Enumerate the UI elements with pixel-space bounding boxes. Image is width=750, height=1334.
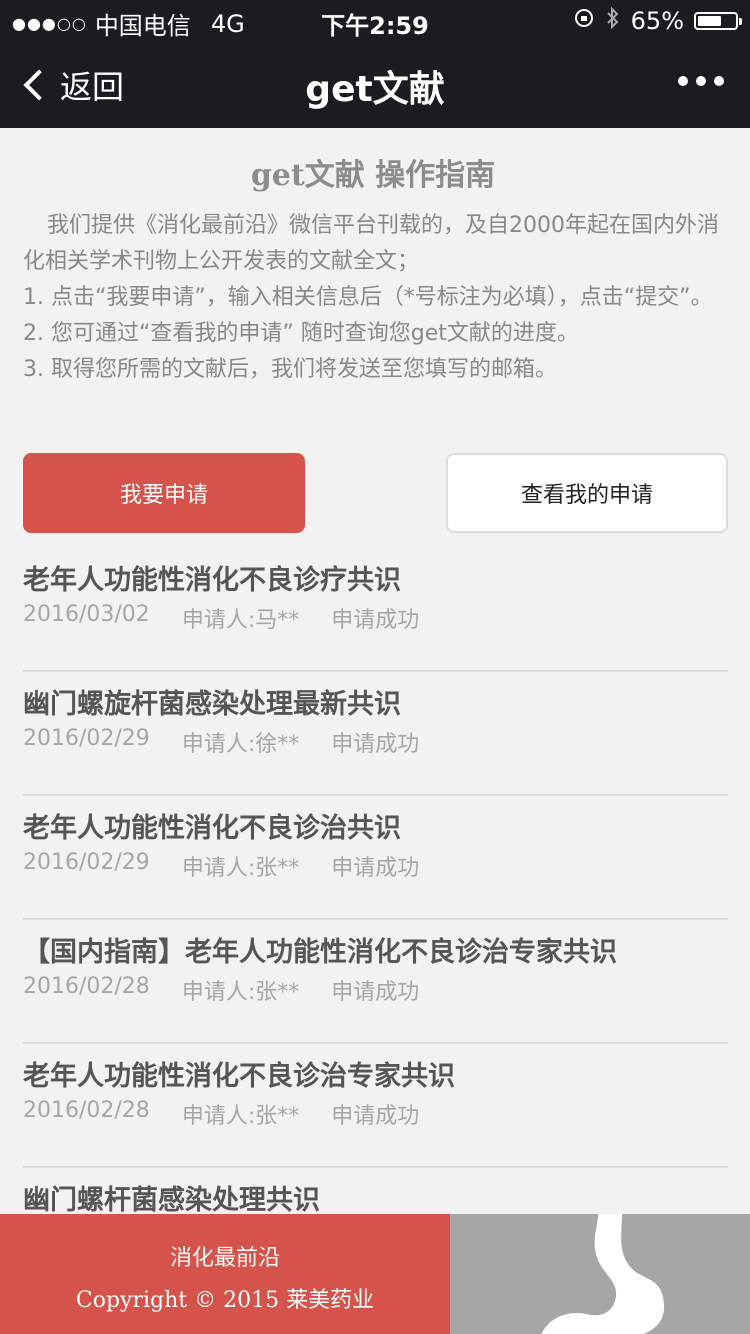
nav-bar: 返回 get文献: [0, 40, 750, 128]
record-status: 申请成功: [331, 1104, 420, 1129]
guide-intro: 我们提供《消化最前沿》微信平台刊载的，及自2000年起在国内外消化相关学术刊物上…: [23, 213, 719, 274]
record-title: 老年人功能性消化不良诊疗共识: [23, 565, 401, 596]
list-item[interactable]: 【国内指南】老年人功能性消化不良诊治专家共识 2016/02/28 申请人:张*…: [23, 920, 728, 1044]
record-title: 老年人功能性消化不良诊治共识: [23, 813, 401, 844]
record-applicant: 申请人:张**: [181, 856, 300, 881]
record-applicant: 申请人:徐**: [181, 732, 300, 757]
footer: 消化最前沿 Copyright © 2015 莱美药业: [0, 1214, 750, 1334]
record-date: 2016/02/28: [23, 1098, 150, 1123]
record-status: 申请成功: [331, 980, 420, 1005]
list-item[interactable]: 老年人功能性消化不良诊治共识 2016/02/29 申请人:张** 申请成功: [23, 796, 728, 920]
record-title: 幽门螺旋杆菌感染处理最新共识: [23, 689, 401, 720]
footer-name: 消化最前沿: [169, 1246, 280, 1271]
record-applicant: 申请人:张**: [181, 980, 300, 1005]
record-applicant: 申请人:张**: [181, 1104, 300, 1129]
page-title: get文献: [305, 69, 445, 110]
footer-brand: 消化最前沿 Copyright © 2015 莱美药业: [0, 1214, 450, 1334]
view-my-applications-button[interactable]: 查看我的申请: [446, 453, 728, 533]
record-status: 申请成功: [331, 608, 420, 633]
guide-section: get文献 操作指南 我们提供《消化最前沿》微信平台刊载的，及自2000年起在国…: [23, 150, 723, 388]
record-title: 老年人功能性消化不良诊治专家共识: [23, 1061, 455, 1092]
record-title: 【国内指南】老年人功能性消化不良诊治专家共识: [23, 937, 617, 968]
record-status: 申请成功: [331, 856, 420, 881]
list-item[interactable]: 老年人功能性消化不良诊疗共识 2016/03/02 申请人:马** 申请成功: [23, 548, 728, 672]
record-date: 2016/03/02: [23, 602, 150, 627]
list-item[interactable]: 幽门螺旋杆菌感染处理最新共识 2016/02/29 申请人:徐** 申请成功: [23, 672, 728, 796]
battery-icon: [694, 12, 742, 30]
footer-copyright: Copyright © 2015 莱美药业: [75, 1288, 375, 1313]
record-date: 2016/02/28: [23, 974, 150, 999]
bluetooth-icon: [605, 6, 621, 36]
guide-step: 2. 您可通过“查看我的申请” 随时查询您get文献的进度。: [23, 321, 579, 346]
apply-button[interactable]: 我要申请: [23, 453, 305, 533]
record-applicant: 申请人:马**: [181, 608, 300, 633]
guide-step: 1. 点击“我要申请”，输入相关信息后（*号标注为必填），点击“提交”。: [23, 285, 713, 310]
list-item[interactable]: 老年人功能性消化不良诊治专家共识 2016/02/28 申请人:张** 申请成功: [23, 1044, 728, 1168]
guide-step: 3. 取得您所需的文献后，我们将发送至您填写的邮箱。: [23, 357, 557, 382]
status-bar: ●●●○○ 中国电信 4G 下午2:59 65%: [0, 0, 750, 40]
rotation-lock-icon: [573, 7, 595, 35]
battery-percent: 65%: [630, 7, 684, 35]
record-date: 2016/02/29: [23, 726, 150, 751]
application-list: 老年人功能性消化不良诊疗共识 2016/03/02 申请人:马** 申请成功 幽…: [23, 548, 728, 1292]
record-title: 幽门螺杆菌感染处理共识: [23, 1185, 320, 1216]
more-menu-icon[interactable]: [678, 76, 724, 86]
guide-title: get文献 操作指南: [250, 158, 496, 193]
record-date: 2016/02/29: [23, 850, 150, 875]
record-status: 申请成功: [331, 732, 420, 757]
stomach-logo-icon: [450, 1214, 750, 1334]
